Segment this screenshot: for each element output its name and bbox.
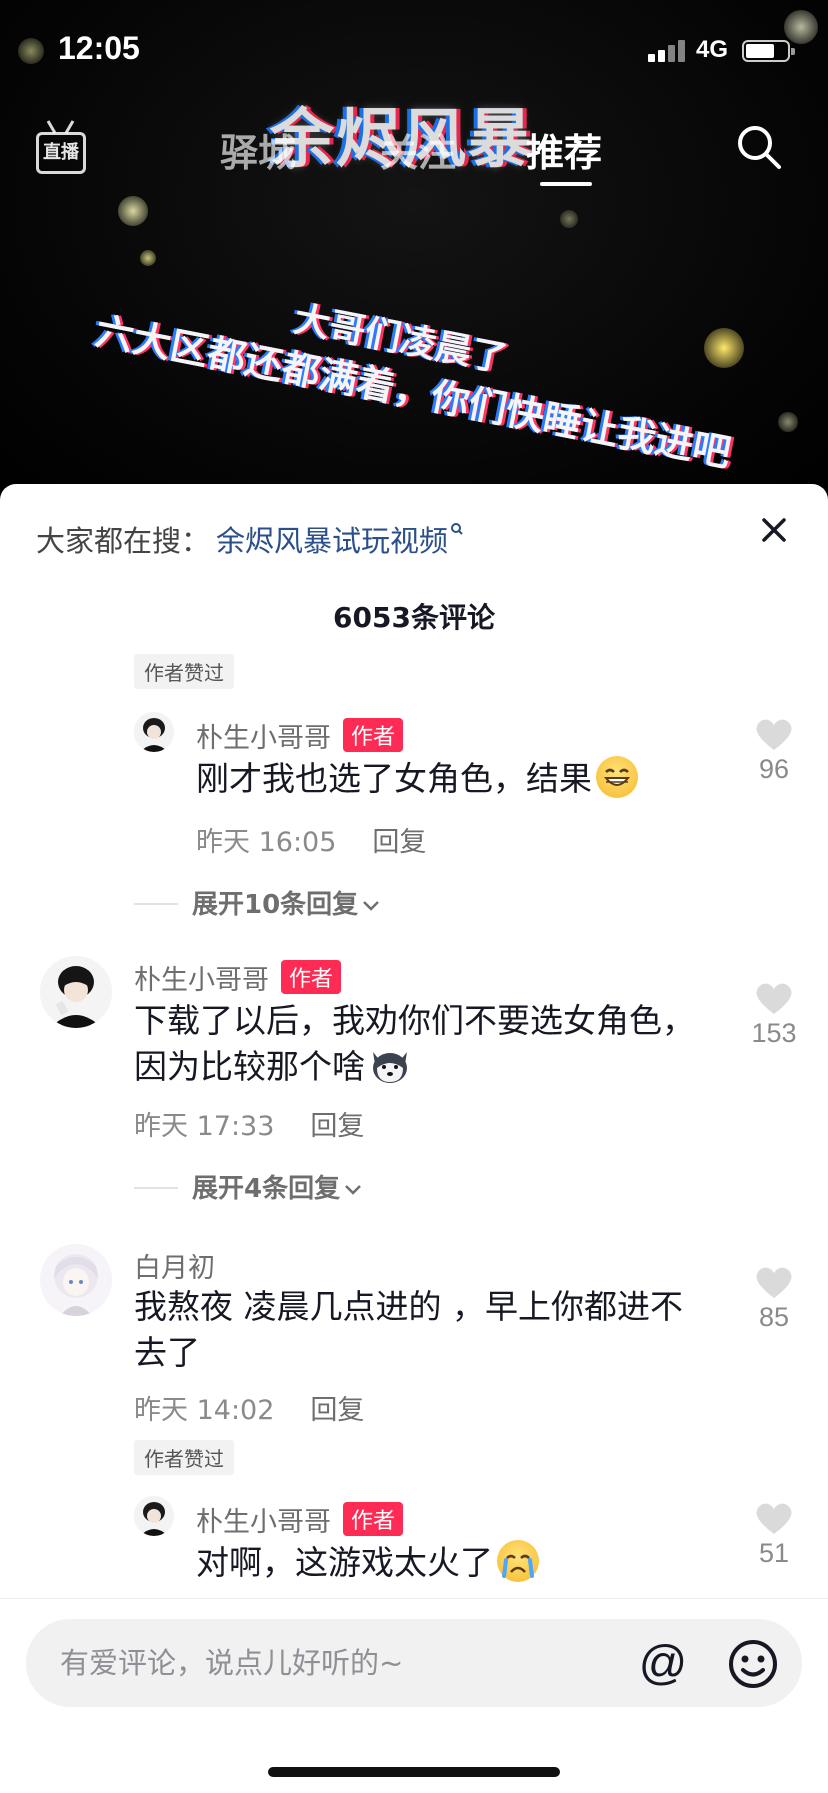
like-button[interactable]: 85 <box>734 1264 814 1333</box>
comment-input-pill: @ <box>26 1619 802 1707</box>
home-indicator <box>268 1767 560 1777</box>
like-button[interactable]: 51 <box>734 1500 814 1569</box>
bokeh-light <box>560 210 578 228</box>
author-liked-badge: 作者赞过 <box>134 1440 234 1475</box>
comment-meta: 昨天 16:05 回复 <box>196 820 426 859</box>
bokeh-light <box>118 196 148 226</box>
close-icon[interactable] <box>756 512 792 548</box>
status-bar: 12:05 4G <box>0 0 828 100</box>
like-count: 96 <box>758 754 790 784</box>
heart-icon <box>756 1503 792 1534</box>
chevron-down-icon <box>345 1185 361 1195</box>
husky-emoji-icon <box>369 1044 411 1086</box>
reply-button[interactable]: 回复 <box>372 827 426 858</box>
signal-icon <box>648 38 688 62</box>
comment-meta: 昨天 17:33 回复 <box>134 1104 364 1143</box>
top-nav: 直播 驿城 关注 推荐 <box>0 110 828 190</box>
chevron-down-icon <box>363 901 380 911</box>
tab-recommended[interactable]: 推荐 <box>526 122 602 177</box>
username-text: 朴生小哥哥 <box>134 965 269 996</box>
comment-time: 昨天 17:33 <box>134 1111 275 1142</box>
like-count: 51 <box>758 1538 790 1568</box>
comment-text: 对啊，这游戏太火了 <box>196 1540 539 1586</box>
emoji-icon[interactable] <box>726 1637 780 1691</box>
avatar[interactable] <box>134 1496 174 1536</box>
comment-text: 下载了以后，我劝你们不要选女角色， 因为比较那个啥 <box>134 998 695 1090</box>
author-tag: 作者 <box>281 960 342 994</box>
username-text: 朴生小哥哥 <box>196 1507 331 1538</box>
comment-text-content: 刚才我也选了女角色，结果 <box>196 759 592 798</box>
like-button[interactable]: 153 <box>734 980 814 1049</box>
tab-city[interactable]: 驿城 <box>220 122 296 177</box>
comment-time: 昨天 16:05 <box>196 827 337 858</box>
username-text: 朴生小哥哥 <box>196 723 331 754</box>
mini-search-icon <box>451 523 463 535</box>
network-type: 4G <box>696 36 729 63</box>
comment-text-line2: 因为比较那个啥 <box>134 1044 695 1090</box>
avatar[interactable] <box>134 712 174 752</box>
active-tab-indicator <box>540 182 592 186</box>
bokeh-light <box>140 250 156 266</box>
comment-panel: 大家都在搜： 余烬风暴试玩视频 6053条评论 作者赞过 朴生小哥哥 作者 刚才我也… <box>0 484 828 1793</box>
reply-button[interactable]: 回复 <box>310 1395 364 1426</box>
comment-text-line2: 去了 <box>134 1333 200 1372</box>
tab-following[interactable]: 关注 <box>380 122 456 177</box>
status-time: 12:05 <box>58 30 140 66</box>
comment-username[interactable]: 白月初 <box>134 1246 215 1285</box>
heart-icon <box>756 1267 792 1298</box>
heart-icon <box>756 719 792 750</box>
comment-input-bar: @ <box>0 1598 828 1793</box>
comment-username[interactable]: 朴生小哥哥 作者 <box>134 958 342 997</box>
comment-input[interactable] <box>60 1641 620 1685</box>
search-icon[interactable] <box>734 122 784 172</box>
expand-label: 展开10条回复 <box>192 890 359 920</box>
avatar[interactable] <box>40 1244 112 1316</box>
hot-search-label: 大家都在搜： <box>36 524 211 558</box>
hot-search: 大家都在搜： 余烬风暴试玩视频 <box>36 518 464 560</box>
author-tag: 作者 <box>343 718 404 752</box>
comment-text-content: 对啊，这游戏太火了 <box>196 1543 493 1582</box>
comment-username[interactable]: 朴生小哥哥 作者 <box>196 1500 404 1539</box>
expand-label: 展开4条回复 <box>192 1174 341 1204</box>
bokeh-light <box>704 328 744 368</box>
like-count: 85 <box>758 1302 790 1332</box>
comment-time: 昨天 14:02 <box>134 1395 275 1426</box>
comment-text-line1: 我熬夜 凌晨几点进的 ，早上你都进不 <box>134 1287 683 1326</box>
hot-search-link[interactable]: 余烬风暴试玩视频 <box>216 524 448 558</box>
comment-text: 我熬夜 凌晨几点进的 ，早上你都进不 去了 <box>134 1284 683 1376</box>
comment-meta: 昨天 14:02 回复 <box>134 1388 364 1427</box>
comment-text-line2-content: 因为比较那个啥 <box>134 1047 365 1086</box>
divider-line <box>134 903 178 905</box>
battery-icon <box>742 40 795 62</box>
comment-username[interactable]: 朴生小哥哥 作者 <box>196 716 404 755</box>
heart-icon <box>756 983 792 1014</box>
divider-line <box>134 1187 178 1189</box>
grin-emoji-icon <box>596 756 638 798</box>
live-tv-icon[interactable]: 直播 <box>36 120 86 180</box>
bokeh-light <box>778 412 798 432</box>
comment-text-line1: 下载了以后，我劝你们不要选女角色， <box>134 1001 695 1040</box>
like-count: 153 <box>751 1018 797 1048</box>
avatar[interactable] <box>40 956 112 1028</box>
author-liked-badge: 作者赞过 <box>134 654 234 689</box>
expand-replies[interactable]: 展开4条回复 <box>134 1168 362 1205</box>
live-label: 直播 <box>36 132 86 174</box>
crying-emoji-icon <box>497 1540 539 1582</box>
at-icon[interactable]: @ <box>636 1637 690 1691</box>
like-button[interactable]: 96 <box>734 716 814 785</box>
reply-button[interactable]: 回复 <box>310 1111 364 1142</box>
comment-text: 刚才我也选了女角色，结果 <box>196 756 638 802</box>
comment-count: 6053条评论 <box>333 601 495 634</box>
expand-replies[interactable]: 展开10条回复 <box>134 884 380 921</box>
author-tag: 作者 <box>343 1502 404 1536</box>
username-text: 白月初 <box>134 1253 215 1284</box>
